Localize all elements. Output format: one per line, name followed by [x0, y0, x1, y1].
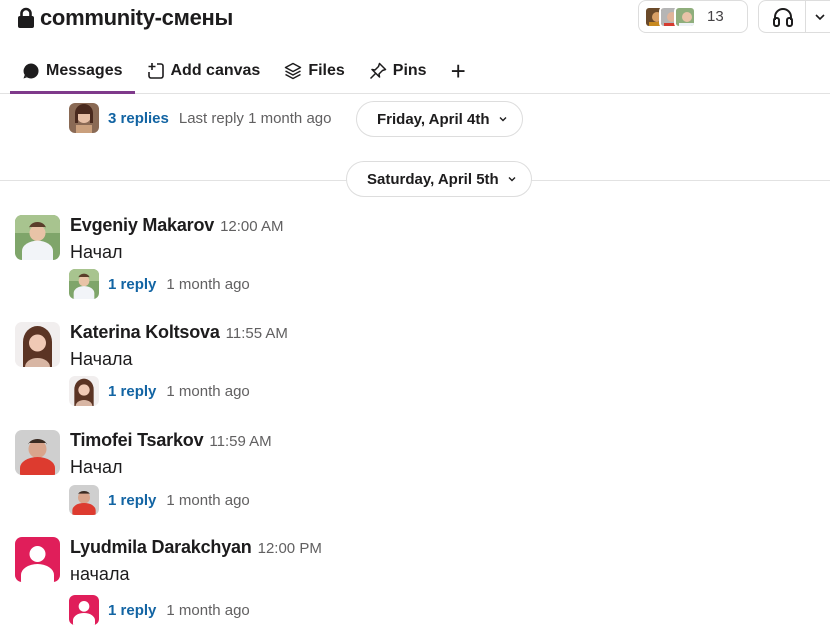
members-button[interactable]: 13 [638, 0, 748, 33]
author-name[interactable]: Evgeniy Makarov [70, 215, 214, 235]
chevron-down-icon[interactable] [814, 11, 826, 23]
avatar[interactable] [15, 537, 60, 582]
replies-link[interactable]: 1 reply [108, 276, 156, 293]
message-text: Начал [70, 242, 123, 262]
tab-files[interactable]: Files [272, 50, 356, 92]
message-text: начала [70, 564, 130, 584]
channel-title[interactable]: community-смены [16, 4, 233, 32]
last-reply-meta: 1 month ago [166, 275, 250, 293]
tab-messages[interactable]: Messages [10, 50, 135, 94]
lock-icon [18, 7, 34, 28]
chevron-down-icon [499, 117, 507, 122]
message-bubble-icon [23, 62, 39, 78]
last-reply-meta: 1 month ago [166, 382, 250, 400]
replies-link[interactable]: 1 reply [108, 383, 156, 400]
avatar[interactable] [15, 322, 60, 367]
message-time[interactable]: 12:00 PM [258, 540, 322, 557]
message-text: Начал [70, 457, 123, 477]
add-tab-button[interactable]: + [439, 50, 478, 92]
tab-label: Add canvas [170, 62, 261, 79]
date-pill-saturday[interactable]: Saturday, April 5th [346, 161, 532, 197]
message: Katerina Koltsova 11:55 AM Начала 1 reply… [0, 322, 830, 422]
files-stack-icon [285, 62, 302, 80]
thread-summary[interactable]: 1 reply 1 month ago [69, 376, 250, 406]
avatar[interactable] [15, 430, 60, 475]
tab-add-canvas[interactable]: Add canvas [135, 50, 273, 92]
last-reply-meta: 1 month ago [166, 601, 250, 619]
chevron-down-icon [508, 177, 516, 182]
message-author[interactable]: Katerina Koltsova 11:55 AM [70, 322, 288, 343]
message-text: Начала [70, 349, 133, 369]
date-label: Friday, April 4th [377, 110, 490, 128]
replies-link[interactable]: 3 replies [108, 110, 169, 127]
message-time[interactable]: 12:00 AM [220, 218, 283, 235]
headphones-icon [773, 7, 793, 27]
tab-label: Messages [46, 61, 123, 79]
channel-name: community-смены [40, 5, 233, 30]
huddle-divider [805, 0, 806, 33]
thread-summary[interactable]: 1 reply 1 month ago [69, 485, 250, 515]
date-label: Saturday, April 5th [367, 170, 499, 188]
message: Lyudmila Darakchyan 12:00 PM начала 1 rep… [0, 537, 830, 637]
thread-summary[interactable]: 1 reply 1 month ago [69, 595, 250, 625]
avatar[interactable] [15, 215, 60, 260]
tab-label: Files [308, 62, 345, 79]
message-author[interactable]: Timofei Tsarkov 11:59 AM [70, 430, 272, 451]
pin-icon [369, 62, 387, 80]
message: Evgeniy Makarov 12:00 AM Начал 1 reply 1 … [0, 215, 830, 315]
tab-label: Pins [392, 62, 427, 79]
thread-avatar [69, 103, 99, 133]
member-avatar [674, 5, 696, 28]
last-reply-meta: Last reply 1 month ago [178, 109, 332, 127]
member-count: 13 [707, 8, 724, 25]
add-canvas-icon [147, 63, 164, 79]
date-pill-friday[interactable]: Friday, April 4th [356, 101, 523, 137]
thread-avatar [69, 269, 99, 299]
thread-summary[interactable]: 1 reply 1 month ago [69, 269, 250, 299]
huddle-button[interactable] [758, 0, 830, 33]
thread-avatar [69, 485, 99, 515]
author-name[interactable]: Katerina Koltsova [70, 322, 220, 342]
message: Timofei Tsarkov 11:59 AM Начал 1 reply 1 … [0, 430, 830, 530]
replies-link[interactable]: 1 reply [108, 492, 156, 509]
last-reply-meta: 1 month ago [166, 491, 250, 509]
replies-link[interactable]: 1 reply [108, 602, 156, 619]
thread-summary[interactable]: 3 replies Last reply 1 month ago [69, 103, 331, 133]
thread-avatar [69, 376, 99, 406]
author-name[interactable]: Timofei Tsarkov [70, 430, 204, 450]
message-author[interactable]: Evgeniy Makarov 12:00 AM [70, 215, 283, 236]
channel-header: community-смены 13 Messages Add canvas F… [0, 0, 830, 94]
message-time[interactable]: 11:55 AM [226, 325, 288, 342]
author-name[interactable]: Lyudmila Darakchyan [70, 537, 252, 557]
message-time[interactable]: 11:59 AM [209, 433, 271, 450]
message-author[interactable]: Lyudmila Darakchyan 12:00 PM [70, 537, 322, 558]
thread-avatar [69, 595, 99, 625]
tab-pins[interactable]: Pins [357, 50, 439, 92]
channel-tabs: Messages Add canvas Files Pins + [10, 50, 478, 94]
